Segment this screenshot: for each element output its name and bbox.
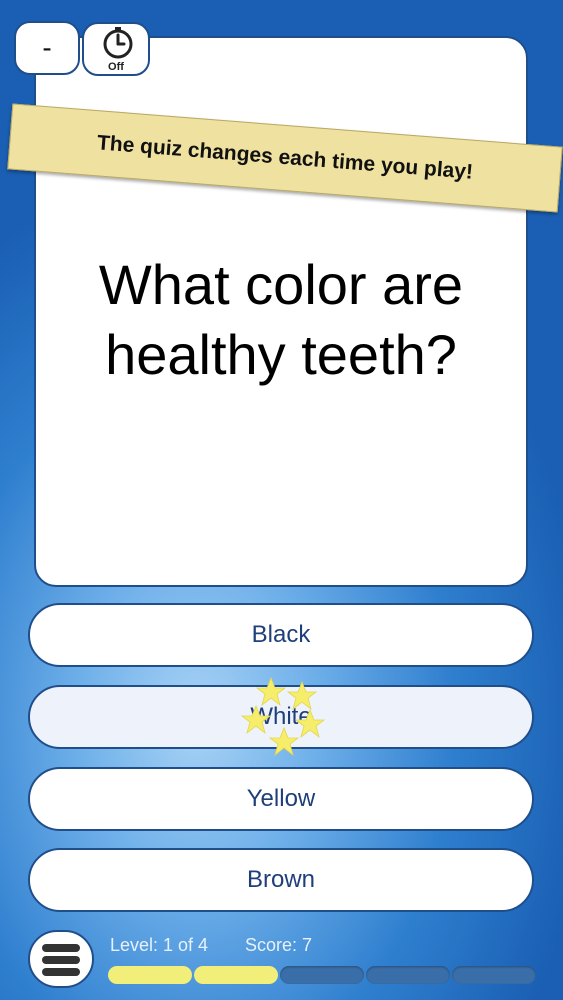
answer-label: Brown [246,866,316,893]
progress-segment [452,966,536,984]
minus-button[interactable]: - [14,21,80,75]
timer-label: Off [108,61,124,73]
answer-label: Black [251,621,311,648]
score-indicator: Score: 7 [245,935,313,955]
answer-button-white[interactable]: White [28,685,534,749]
question-text: What color are healthy teeth? [98,253,464,386]
answer-label: Yellow [246,785,316,812]
menu-button[interactable] [28,930,94,988]
answer-button-brown[interactable]: Brown [28,848,534,912]
progress-bar [108,966,536,984]
progress-segment [194,966,278,984]
answer-button-black[interactable]: Black [28,603,534,667]
answer-label: White [250,703,312,730]
level-indicator: Level: 1 of 4 [110,935,209,955]
timer-button[interactable]: Off [82,22,150,76]
minus-label: - [42,32,52,63]
progress-segment [280,966,364,984]
progress-segment [366,966,450,984]
progress-segment [108,966,192,984]
stopwatch-icon [103,27,133,59]
answer-button-yellow[interactable]: Yellow [28,767,534,831]
